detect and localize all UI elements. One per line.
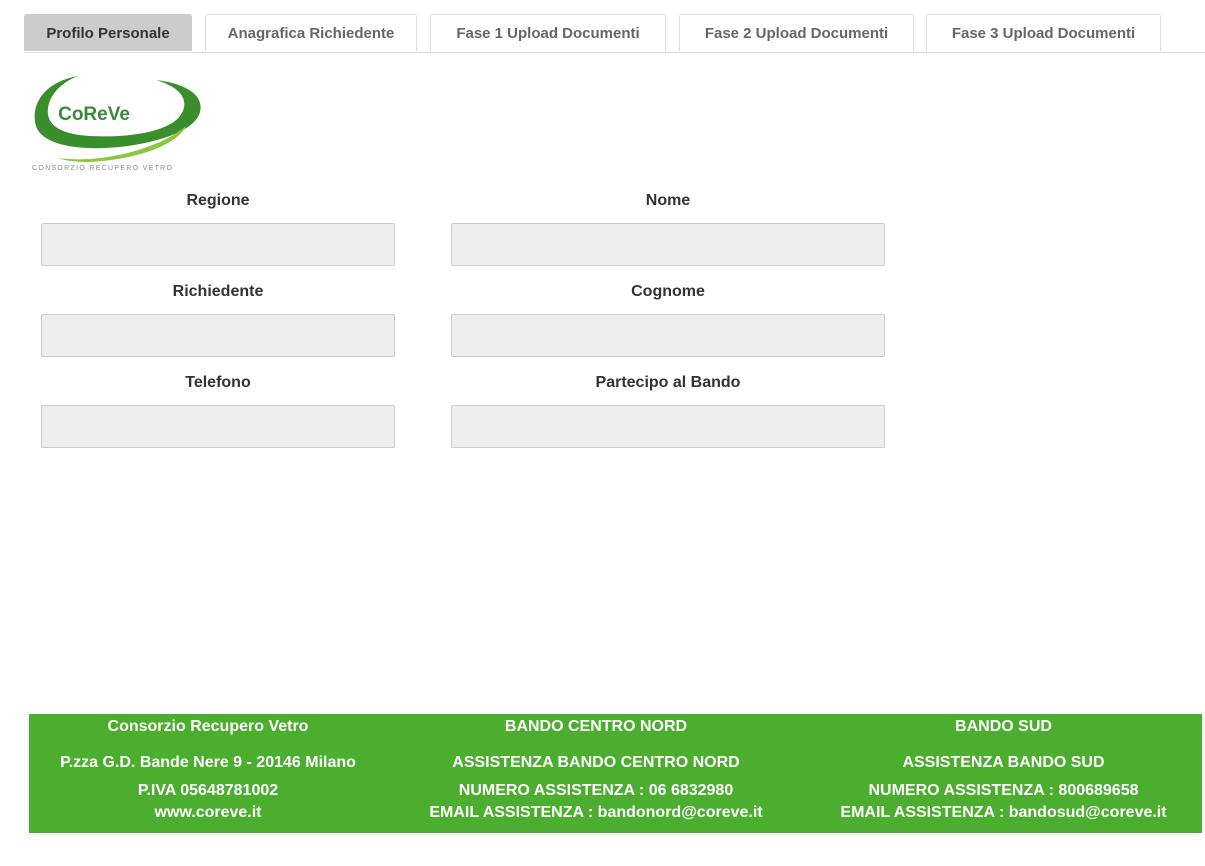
logo-swoosh-icon: CoReVe (34, 76, 201, 162)
logo-text: CoReVe (58, 104, 130, 125)
telefono-label: Telefono (185, 374, 251, 391)
footer-centro-nord-title: BANDO CENTRO NORD (504, 718, 688, 735)
regione-field[interactable] (41, 223, 395, 266)
footer-centro-nord-subtitle: ASSISTENZA BANDO CENTRO NORD (452, 754, 740, 771)
tab-fase-3-upload[interactable]: Fase 3 Upload Documenti (926, 14, 1161, 51)
nome-field[interactable] (451, 223, 885, 266)
tab-anagrafica-richiedente[interactable]: Anagrafica Richiedente (205, 14, 417, 51)
footer-col-centro-nord: BANDO CENTRO NORD ASSISTENZA BANDO CENTR… (394, 714, 798, 833)
footer-sud-title: BANDO SUD (955, 718, 1052, 735)
tab-fase-1-upload[interactable]: Fase 1 Upload Documenti (430, 14, 666, 51)
partecipo-bando-label: Partecipo al Bando (595, 374, 741, 391)
footer-address: P.zza G.D. Bande Nere 9 - 20146 Milano (60, 754, 356, 771)
tab-fase-2-upload[interactable]: Fase 2 Upload Documenti (679, 14, 914, 51)
coreve-logo: CoReVe CONSORZIO RECUPERO VETRO (28, 66, 208, 176)
footer-col-sud: BANDO SUD ASSISTENZA BANDO SUD NUMERO AS… (805, 714, 1202, 833)
footer-consorzio-title: Consorzio Recupero Vetro (107, 718, 309, 735)
logo-tagline: CONSORZIO RECUPERO VETRO (32, 165, 174, 172)
footer-website-link[interactable]: www.coreve.it (29, 804, 387, 822)
tab-profilo-personale[interactable]: Profilo Personale (24, 14, 192, 51)
cognome-label: Cognome (631, 283, 705, 300)
footer-col-consorzio: Consorzio Recupero Vetro P.zza G.D. Band… (29, 714, 387, 833)
nome-label: Nome (645, 192, 691, 209)
footer-sud-phone: NUMERO ASSISTENZA : 800689658 (868, 782, 1139, 799)
footer-centro-nord-phone: NUMERO ASSISTENZA : 06 6832980 (458, 782, 734, 799)
footer-centro-nord-email-link[interactable]: EMAIL ASSISTENZA : bandonord@coreve.it (394, 804, 798, 822)
footer-piva: P.IVA 05648781002 (137, 782, 279, 799)
richiedente-label: Richiedente (172, 283, 264, 300)
partecipo-bando-field[interactable] (451, 405, 885, 448)
footer-sud-email-link[interactable]: EMAIL ASSISTENZA : bandosud@coreve.it (805, 804, 1202, 822)
page: Profilo Personale Anagrafica Richiedente… (0, 0, 1205, 866)
regione-label: Regione (186, 192, 250, 209)
footer: Consorzio Recupero Vetro P.zza G.D. Band… (29, 714, 1202, 833)
telefono-field[interactable] (41, 405, 395, 448)
tab-bar: Profilo Personale Anagrafica Richiedente… (24, 14, 1205, 53)
cognome-field[interactable] (451, 314, 885, 357)
footer-sud-subtitle: ASSISTENZA BANDO SUD (902, 754, 1105, 771)
richiedente-field[interactable] (41, 314, 395, 357)
